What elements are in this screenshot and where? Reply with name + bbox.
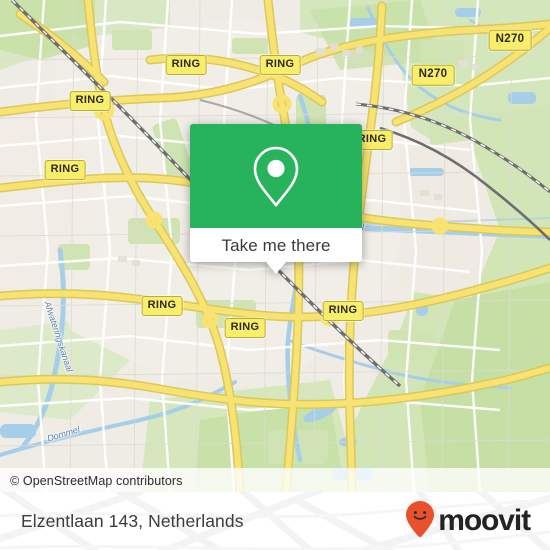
road-shield-ring: RING [44, 160, 86, 180]
road-shield-ring: RING [322, 301, 364, 321]
footer-bar: Elzentlaan 143, Netherlands moovit [0, 492, 550, 550]
callout-tail-icon [266, 262, 286, 274]
road-shield-n270: N270 [488, 29, 532, 51]
road-shield-ring: RING [69, 91, 111, 111]
road-shield-ring: RING [224, 318, 266, 338]
take-me-there-label: Take me there [221, 235, 331, 255]
road-shield-n270: N270 [411, 64, 455, 86]
osm-attribution-text: © OpenStreetMap contributors [10, 473, 183, 488]
map-attribution-bar: © OpenStreetMap contributors [0, 468, 550, 492]
road-shield-ring: RING [141, 296, 183, 316]
moovit-map-share-card: RING RING RING RING RING RING RING RING N270 N270… [0, 0, 550, 550]
address-label: Elzentlaan 143, Netherlands [21, 510, 244, 531]
callout-green-panel [190, 124, 362, 228]
moovit-smiley-pin-icon [405, 500, 435, 543]
moovit-wordmark: moovit [438, 504, 531, 537]
map-pin-icon [251, 144, 301, 208]
location-callout[interactable]: Take me there [190, 124, 362, 274]
moovit-logo[interactable]: moovit [405, 500, 531, 543]
map-canvas[interactable]: RING RING RING RING RING RING RING RING N270 N270… [0, 0, 550, 492]
road-shield-ring: RING [259, 55, 301, 75]
callout-action-bar[interactable]: Take me there [190, 228, 362, 274]
road-shield-ring: RING [165, 55, 207, 75]
